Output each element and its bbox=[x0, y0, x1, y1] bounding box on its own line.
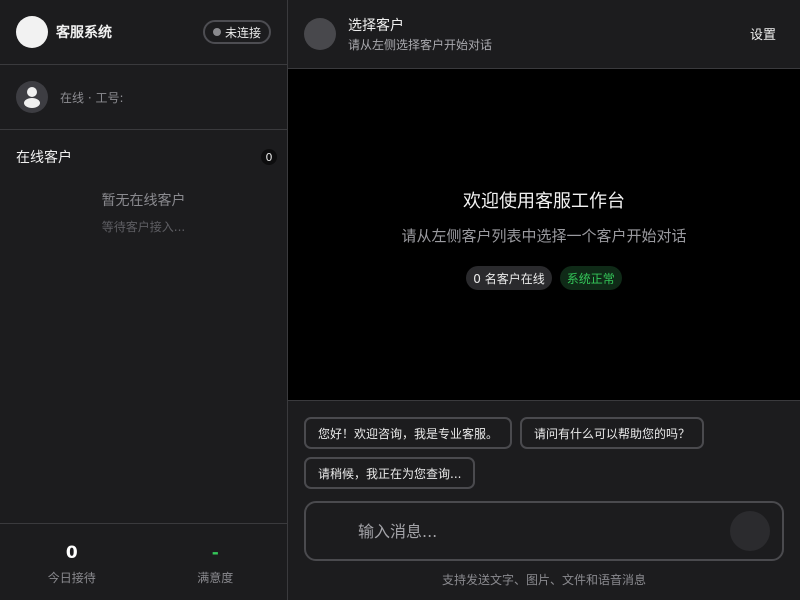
message-input[interactable] bbox=[358, 521, 730, 541]
sidebar-header: 客服系统 未连接 bbox=[0, 0, 287, 65]
empty-title: 暂无在线客户 bbox=[101, 193, 186, 209]
connection-dot-icon bbox=[212, 28, 221, 36]
online-customers-header: 在线客户 0 bbox=[0, 130, 287, 184]
settings-button[interactable]: 设置 bbox=[750, 24, 776, 43]
customer-avatar bbox=[304, 18, 336, 50]
welcome-subtitle: 请从左侧客户列表中选择一个客户开始对话 bbox=[401, 227, 687, 245]
stat-label: 今日接待 bbox=[47, 571, 96, 585]
send-icon[interactable] bbox=[730, 511, 770, 551]
customer-name: 选择客户 bbox=[348, 18, 404, 34]
customer-hint: 请从左侧选择客户开始对话 bbox=[348, 38, 493, 52]
welcome-screen: 欢迎使用客服工作台 请从左侧客户列表中选择一个客户开始对话 0 名客户在线 系统… bbox=[288, 69, 800, 400]
stat-value: 0 bbox=[65, 543, 78, 563]
agent-info: 在线 · 工号: bbox=[0, 65, 287, 130]
stat-satisfaction: - 满意度 bbox=[144, 524, 288, 600]
quick-reply-button[interactable]: 您好！欢迎咨询，我是专业客服。 bbox=[304, 417, 513, 449]
stat-label: 满意度 bbox=[197, 571, 234, 585]
online-customers-title: 在线客户 bbox=[16, 150, 72, 166]
user-icon-glyph bbox=[24, 87, 40, 108]
online-count-badge: 0 bbox=[261, 149, 277, 165]
connection-status-label: 未连接 bbox=[224, 25, 261, 40]
sidebar-stats: 0 今日接待 - 满意度 bbox=[0, 523, 287, 600]
chat-header: 选择客户 请从左侧选择客户开始对话 设置 bbox=[288, 0, 800, 69]
input-hint: 支持发送文字、图片、文件和语音消息 bbox=[441, 573, 646, 587]
logo bbox=[16, 16, 48, 48]
empty-subtitle: 等待客户接入... bbox=[101, 220, 186, 234]
quick-reply-button[interactable]: 请稍候，我正在为您查询... bbox=[304, 457, 476, 489]
agent-status: 在线 · 工号: bbox=[60, 90, 124, 105]
message-composer: 您好！欢迎咨询，我是专业客服。 请问有什么可以帮助您的吗？ 请稍候，我正在为您查… bbox=[288, 400, 800, 600]
user-icon bbox=[16, 81, 48, 113]
stat-today-served: 0 今日接待 bbox=[0, 524, 144, 600]
customer-info: 选择客户 请从左侧选择客户开始对话 bbox=[348, 15, 492, 53]
online-customers-badge: 0 名客户在线 bbox=[466, 266, 552, 290]
chat-panel: 选择客户 请从左侧选择客户开始对话 设置 欢迎使用客服工作台 请从左侧客户列表中… bbox=[288, 0, 800, 600]
connection-status-badge[interactable]: 未连接 bbox=[202, 20, 271, 44]
quick-reply-button[interactable]: 请问有什么可以帮助您的吗？ bbox=[520, 417, 705, 449]
brand-title: 客服系统 bbox=[56, 25, 112, 41]
app-root: 客服系统 未连接 在线 · 工号: 在线客户 0 暂无在线客户 等待客户接入..… bbox=[0, 0, 800, 600]
quick-replies: 您好！欢迎咨询，我是专业客服。 请问有什么可以帮助您的吗？ 请稍候，我正在为您查… bbox=[304, 417, 724, 489]
stat-value: - bbox=[211, 543, 219, 563]
system-status-badge: 系统正常 bbox=[559, 266, 622, 290]
welcome-badges: 0 名客户在线 系统正常 bbox=[466, 266, 622, 290]
sidebar: 客服系统 未连接 在线 · 工号: 在线客户 0 暂无在线客户 等待客户接入..… bbox=[0, 0, 288, 600]
empty-customer-list: 暂无在线客户 等待客户接入... bbox=[0, 190, 287, 235]
message-input-box bbox=[304, 501, 784, 561]
welcome-title: 欢迎使用客服工作台 bbox=[463, 191, 625, 212]
